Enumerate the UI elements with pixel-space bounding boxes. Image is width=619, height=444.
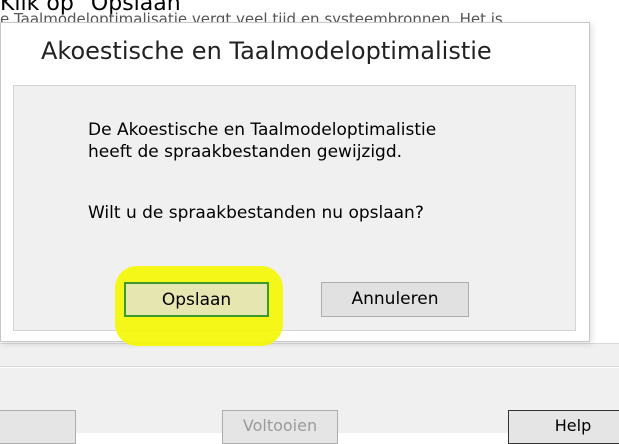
cancel-button[interactable]: Annuleren <box>321 282 469 317</box>
background-back-button[interactable] <box>0 410 76 444</box>
save-dialog: Akoestische en Taalmodeloptimalistie De … <box>0 22 590 346</box>
dialog-message-line1: De Akoestische en Taalmodeloptimalistie <box>88 120 437 140</box>
background-divider <box>0 343 619 367</box>
dialog-question: Wilt u de spraakbestanden nu opslaan? <box>88 203 424 223</box>
save-button[interactable]: Opslaan <box>124 282 269 317</box>
background-finish-button[interactable]: Voltooien <box>222 410 338 444</box>
background-help-button[interactable]: Help <box>508 410 619 444</box>
dialog-message-line2: heeft de spraakbestanden gewijzigd. <box>88 142 403 162</box>
dialog-title: Akoestische en Taalmodeloptimalistie <box>41 37 492 65</box>
dialog-body: De Akoestische en Taalmodeloptimalistie … <box>13 85 576 346</box>
